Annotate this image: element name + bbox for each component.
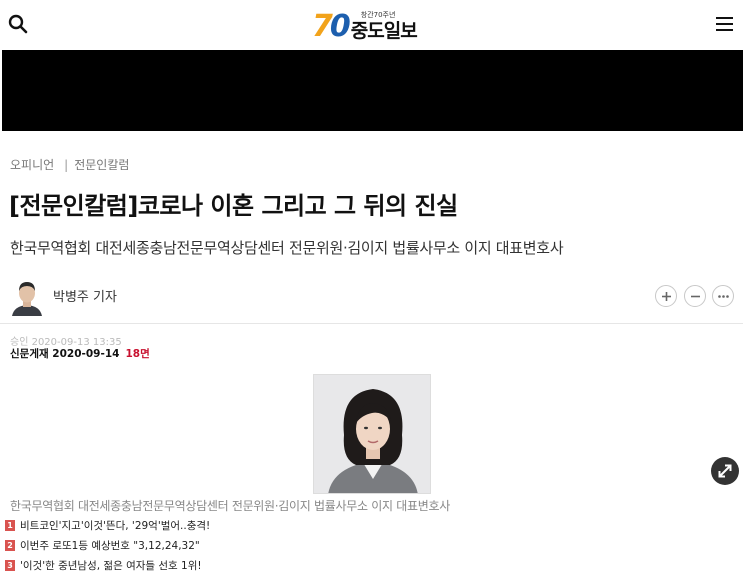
more-icon bbox=[718, 295, 729, 298]
author-name[interactable]: 박병주 기자 bbox=[53, 286, 117, 305]
news-headline[interactable]: 비트코인'지고'이것'뜬다, '29억'벌어..충격! bbox=[20, 518, 210, 533]
site-logo[interactable]: 70 창간70주년 중도일보 bbox=[312, 8, 418, 44]
hamburger-menu-icon[interactable] bbox=[715, 15, 735, 33]
breadcrumb-separator: | bbox=[64, 157, 69, 172]
paper-info: 신문게재 2020-09-14 18면 bbox=[10, 346, 150, 361]
article-subtitle: 한국무역협회 대전세종충남전문무역상담센터 전문위원·김이지 법률사무소 이지 … bbox=[10, 239, 564, 257]
site-header: 70 창간70주년 중도일보 bbox=[0, 0, 743, 50]
rank-badge: 2 bbox=[5, 539, 15, 551]
news-headline[interactable]: 이번주 로또1등 예상번호 "3,12,24,32" bbox=[20, 538, 200, 553]
divider bbox=[0, 323, 743, 324]
list-item[interactable]: 2 이번주 로또1등 예상번호 "3,12,24,32" bbox=[5, 535, 210, 555]
paper-date: 신문게재 2020-09-14 bbox=[10, 348, 120, 360]
paper-page: 18면 bbox=[125, 348, 150, 360]
rank-badge: 3 bbox=[5, 559, 15, 571]
article-title: [전문인칼럼]코로나 이혼 그리고 그 뒤의 진실 bbox=[9, 192, 458, 220]
minus-icon bbox=[691, 295, 700, 298]
search-icon[interactable] bbox=[8, 14, 28, 34]
logo-anniversary-number: 70 bbox=[312, 9, 351, 44]
font-increase-button[interactable] bbox=[655, 285, 677, 307]
breadcrumb: 오피니언 | 전문인칼럼 bbox=[10, 156, 129, 173]
more-options-button[interactable] bbox=[712, 285, 734, 307]
list-item[interactable]: 1 비트코인'지고'이것'뜬다, '29억'벌어..충격! bbox=[5, 515, 210, 535]
news-headline[interactable]: '이것'한 중년남성, 젊은 여자들 선호 1위! bbox=[20, 558, 202, 573]
breadcrumb-subsection[interactable]: 전문인칼럼 bbox=[74, 156, 129, 173]
author-avatar[interactable] bbox=[10, 276, 44, 316]
breadcrumb-section[interactable]: 오피니언 bbox=[10, 156, 54, 173]
rank-badge: 1 bbox=[5, 519, 15, 531]
photo-caption: 한국무역협회 대전세종충남전문무역상담센터 전문위원·김이지 법률사무소 이지 … bbox=[10, 499, 450, 513]
expand-icon bbox=[718, 464, 732, 478]
logo-name: 중도일보 bbox=[350, 20, 418, 42]
logo-anniversary-text: 창간70주년 bbox=[360, 11, 396, 19]
ad-banner[interactable] bbox=[2, 50, 743, 131]
expand-image-button[interactable] bbox=[711, 457, 739, 485]
plus-icon bbox=[662, 292, 671, 301]
font-decrease-button[interactable] bbox=[684, 285, 706, 307]
article-photo[interactable] bbox=[313, 374, 431, 494]
popular-news-list: 1 비트코인'지고'이것'뜬다, '29억'벌어..충격! 2 이번주 로또1등… bbox=[5, 515, 210, 575]
list-item[interactable]: 3 '이것'한 중년남성, 젊은 여자들 선호 1위! bbox=[5, 555, 210, 575]
